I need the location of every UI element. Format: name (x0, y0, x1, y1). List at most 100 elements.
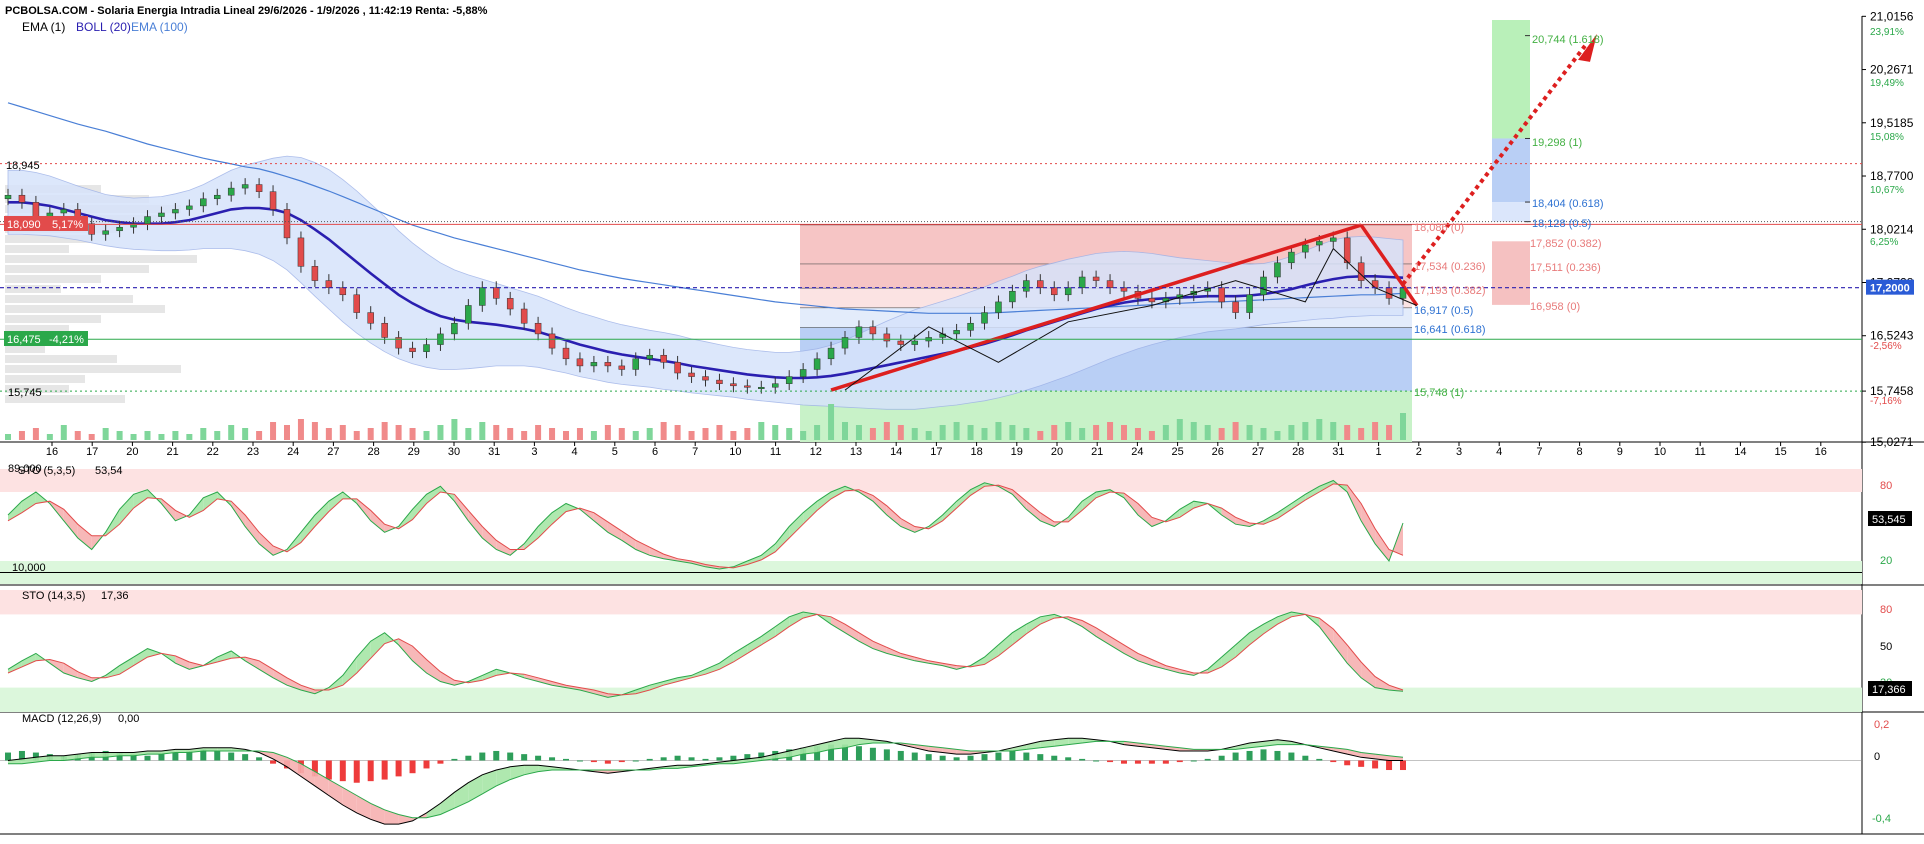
macd-hist-bar-86 (1204, 758, 1211, 761)
macd-hist-bar-17 (242, 754, 249, 761)
volume-bar-48 (674, 425, 681, 440)
price-tick-8: 15,0271 (1870, 435, 1914, 449)
candle-body (674, 362, 681, 374)
candle-body (227, 187, 235, 196)
macd-hist-bar-79 (1107, 760, 1114, 763)
macd-hist-bar-43 (604, 760, 611, 764)
price-axis[interactable]: 21,015620,267119,518518,770018,021417,27… (1862, 9, 1914, 449)
candle-body (897, 340, 905, 345)
chart-window: PCBOLSA.COM - Solaria Energia Intradia L… (0, 0, 1924, 839)
candle-body (311, 266, 319, 281)
macd-hist-bar-100 (1400, 760, 1406, 771)
legend-ema1[interactable]: EMA (1) (22, 20, 65, 34)
macd-axis-02: 0,2 (1874, 719, 1889, 731)
volume-profile-bar-11 (5, 295, 133, 303)
volume-bar-16 (228, 425, 235, 440)
candle-body (953, 330, 960, 335)
date-tick-27: 24 (1131, 446, 1143, 458)
volume-bar-15 (214, 431, 221, 440)
macd-hist-bar-34 (479, 752, 486, 761)
macd-hist-bar-25 (353, 760, 360, 783)
candle-body (1023, 280, 1030, 292)
mid-level-pct: -4,21% (49, 334, 84, 346)
macd-hist-bar-93 (1302, 755, 1309, 761)
fib-proj-05: 18,128 (0.5) (1532, 218, 1591, 230)
date-tick-41: 11 (1694, 446, 1705, 458)
date-tick-21: 14 (890, 446, 902, 458)
date-tick-29: 26 (1212, 446, 1224, 458)
volume-bar-76 (1065, 422, 1072, 440)
volume-bar-66 (925, 431, 932, 440)
volume-profile-bar-9 (5, 275, 101, 283)
date-tick-26: 21 (1091, 446, 1103, 458)
macd-fill-6 (91, 752, 106, 758)
candle-body (1288, 251, 1295, 264)
date-tick-2: 20 (126, 446, 138, 458)
volume-bar-86 (1204, 425, 1211, 440)
prev-level-pct: 5,17% (52, 219, 83, 231)
candle-body (716, 379, 723, 384)
volume-bar-46 (646, 428, 653, 440)
macd-hist-bar-76 (1065, 757, 1072, 761)
current-price-label: 17,2000 (1870, 283, 1910, 295)
date-tick-35: 3 (1456, 446, 1462, 458)
volume-bar-69 (967, 425, 974, 440)
volume-bar-53 (744, 428, 751, 440)
macd-hist-bar-46 (646, 758, 653, 761)
date-tick-9: 29 (408, 446, 420, 458)
date-tick-3: 21 (166, 446, 178, 458)
volume-profile-bar-12 (5, 305, 165, 313)
pct-tick-5: -2,56% (1870, 341, 1902, 352)
fib-ret-0382: 17,193 (0.382) (1414, 285, 1486, 297)
mid-level-label: 16,475 (7, 334, 41, 346)
candle-body (116, 226, 123, 232)
candle-body (465, 305, 472, 324)
macd-hist-bar-41 (576, 760, 583, 762)
date-tick-5: 23 (247, 446, 259, 458)
macd-hist-bar-69 (967, 755, 974, 761)
volume-bar-7 (102, 428, 109, 440)
candle-body (548, 333, 556, 349)
volume-bar-34 (479, 422, 486, 440)
volume-bar-97 (1358, 428, 1365, 440)
macd-axis-neg04: -0,4 (1872, 813, 1891, 825)
macd-hist-bar-71 (995, 752, 1002, 761)
volume-bar-33 (465, 428, 472, 440)
date-tick-12: 3 (531, 446, 537, 458)
volume-bar-54 (758, 422, 765, 440)
date-tick-37: 7 (1536, 446, 1542, 458)
legend-boll[interactable]: BOLL (20) (76, 20, 131, 34)
macd-hist-bar-0 (5, 752, 11, 761)
volume-bar-78 (1093, 425, 1100, 440)
candle-body (423, 344, 430, 352)
date-tick-16: 7 (692, 446, 698, 458)
candle-body (1078, 276, 1086, 288)
date-tick-6: 24 (287, 446, 299, 458)
macd-value: 0,00 (118, 713, 139, 725)
date-tick-22: 17 (930, 446, 942, 458)
price-tick-2: 19,5185 (1870, 116, 1914, 130)
macd-hist-bar-91 (1274, 750, 1281, 761)
macd-hist-bar-65 (911, 752, 918, 761)
candle-body (241, 184, 249, 189)
macd-hist-bar-84 (1176, 760, 1183, 763)
candle-body (534, 322, 542, 335)
macd-hist-bar-33 (465, 755, 472, 761)
volume-bar-9 (130, 434, 137, 440)
sto2-label: STO (14,3,5) (22, 590, 85, 602)
date-tick-20: 13 (850, 446, 862, 458)
volume-bar-64 (897, 425, 904, 440)
volume-bar-100 (1400, 413, 1406, 440)
macd-hist-bar-95 (1330, 760, 1337, 763)
candle-body (144, 216, 151, 224)
volume-bar-72 (1009, 425, 1016, 440)
stock-chart[interactable]: PCBOLSA.COM - Solaria Energia Intradia L… (0, 0, 1924, 839)
candle-body (883, 333, 891, 342)
legend-ema100[interactable]: EMA (100) (131, 20, 188, 34)
macd-hist-bar-72 (1009, 750, 1016, 761)
macd-hist-bar-23 (325, 760, 332, 780)
macd-hist-bar-68 (953, 757, 960, 761)
candle-body (255, 184, 263, 192)
macd-hist-bar-36 (507, 752, 514, 761)
macd-hist-bar-87 (1218, 755, 1225, 761)
